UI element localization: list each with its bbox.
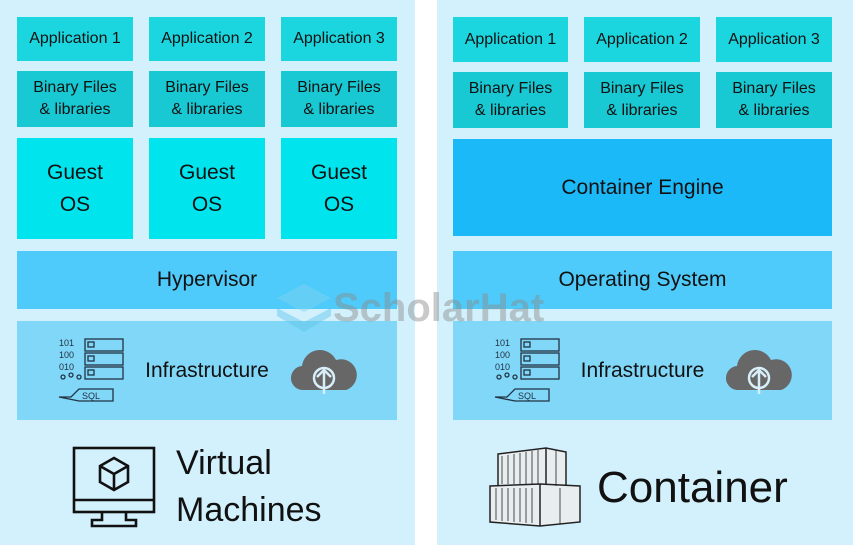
monitor-cube-icon: [72, 446, 156, 528]
vm-app-2: Application 2: [149, 17, 265, 61]
vm-binaries-1: Binary Files & libraries: [17, 71, 133, 127]
vm-infrastructure-layer: 101 100 010 SQL Infrastructure: [17, 321, 397, 420]
svg-text:101: 101: [59, 338, 74, 348]
vm-guest-os-3: Guest OS: [281, 138, 397, 239]
svg-text:SQL: SQL: [82, 391, 100, 401]
svg-text:100: 100: [495, 350, 510, 360]
svg-text:101: 101: [495, 338, 510, 348]
server-sql-icon: 101 100 010 SQL: [58, 338, 124, 402]
vm-binaries-3: Binary Files & libraries: [281, 71, 397, 127]
vm-guest-os-2: Guest OS: [149, 138, 265, 239]
container-title: Container: [597, 463, 788, 512]
container-infrastructure-label: Infrastructure: [580, 358, 705, 382]
container-engine-layer: Container Engine: [453, 139, 832, 236]
vm-binaries-2: Binary Files & libraries: [149, 71, 265, 127]
vm-app-1: Application 1: [17, 17, 133, 61]
cloud-upload-icon: [290, 350, 357, 394]
vm-app-3: Application 3: [281, 17, 397, 61]
vm-guest-os-1: Guest OS: [17, 138, 133, 239]
svg-text:010: 010: [495, 362, 510, 372]
container-app-2: Application 2: [584, 17, 700, 62]
vm-infrastructure-label: Infrastructure: [145, 358, 269, 382]
container-binaries-2: Binary Files & libraries: [584, 72, 700, 128]
svg-text:100: 100: [59, 350, 74, 360]
container-binaries-3: Binary Files & libraries: [716, 72, 832, 128]
container-infrastructure-layer: 101 100 010 SQL Infrastructure: [453, 321, 832, 420]
container-app-3: Application 3: [716, 17, 832, 62]
cloud-upload-icon: [725, 350, 792, 394]
hypervisor-layer: Hypervisor: [17, 251, 397, 309]
operating-system-layer: Operating System: [453, 251, 832, 309]
svg-text:SQL: SQL: [518, 391, 536, 401]
container-app-1: Application 1: [453, 17, 568, 62]
server-sql-icon: 101 100 010 SQL: [494, 338, 560, 402]
container-binaries-1: Binary Files & libraries: [453, 72, 568, 128]
shipping-containers-icon: [489, 447, 581, 527]
svg-text:010: 010: [59, 362, 74, 372]
vm-title: Virtual Machines: [176, 444, 322, 529]
